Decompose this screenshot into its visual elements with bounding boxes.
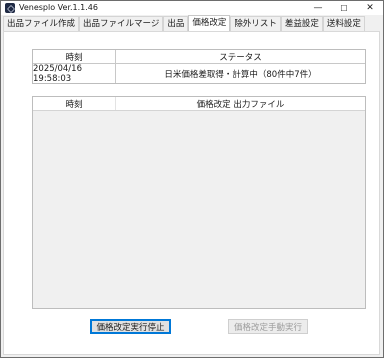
tab-shipping-settings[interactable]: 送料設定 — [322, 16, 365, 31]
status-table-header: 時刻 ステータス — [33, 50, 365, 64]
output-list-header: 時刻 価格改定 出力ファイル — [33, 97, 365, 111]
tab-price-revision[interactable]: 価格改定 — [188, 15, 231, 31]
manual-price-revision-button: 価格改定手動実行 — [228, 319, 308, 334]
status-table: 時刻 ステータス 2025/04/16 19:58:03 日米価格差取得・計算中… — [32, 49, 366, 84]
tab-listing[interactable]: 出品 — [163, 16, 189, 31]
tab-merge-listing-file[interactable]: 出品ファイルマージ — [79, 16, 164, 31]
tab-margin-settings[interactable]: 差益設定 — [280, 16, 323, 31]
table-row: 2025/04/16 19:58:03 日米価格差取得・計算中（80件中7件） — [33, 64, 365, 84]
app-logo-icon — [5, 3, 15, 13]
app-window: Venesplo Ver.1.1.46 — ☐ ✕ 出品ファイル作成 出品ファイ… — [0, 0, 384, 358]
minimize-button[interactable]: — — [305, 1, 331, 15]
time-column-header: 時刻 — [33, 50, 116, 63]
stop-price-revision-button[interactable]: 価格改定実行停止 — [90, 319, 171, 334]
status-column-header: ステータス — [219, 52, 262, 63]
close-button[interactable]: ✕ — [357, 1, 383, 15]
maximize-button[interactable]: ☐ — [331, 1, 357, 15]
window-title: Venesplo Ver.1.1.46 — [19, 3, 98, 12]
title-bar: Venesplo Ver.1.1.46 — ☐ ✕ — [1, 1, 383, 15]
output-time-column-header[interactable]: 時刻 — [33, 97, 116, 110]
output-file-list[interactable]: 時刻 価格改定 出力ファイル — [32, 96, 366, 309]
output-file-column-header[interactable]: 価格改定 出力ファイル — [116, 97, 365, 110]
status-text-cell: 日米価格差取得・計算中（80件中7件） — [164, 69, 317, 80]
tab-bar: 出品ファイル作成 出品ファイルマージ 出品 価格改定 除外リスト 差益設定 送料… — [1, 15, 384, 31]
status-time-cell: 2025/04/16 19:58:03 — [33, 64, 116, 84]
tab-create-listing-file[interactable]: 出品ファイル作成 — [3, 16, 80, 31]
tab-exclusion-list[interactable]: 除外リスト — [230, 16, 281, 31]
